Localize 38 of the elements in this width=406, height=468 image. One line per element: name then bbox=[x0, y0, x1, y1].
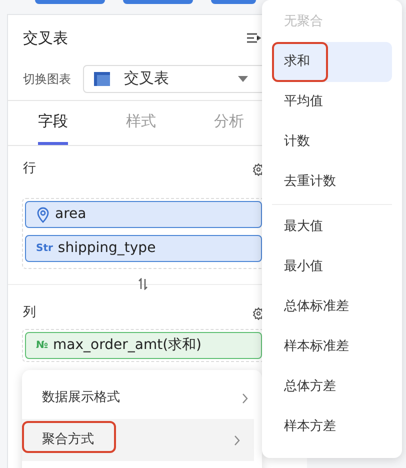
aggregation-option[interactable]: 总体方差 bbox=[272, 367, 392, 407]
aggregation-option: 无聚合 bbox=[272, 2, 392, 42]
aggregation-option[interactable]: 样本标准差 bbox=[272, 327, 392, 367]
aggregation-option[interactable]: 求和 bbox=[272, 42, 392, 82]
section-label: 列 bbox=[23, 304, 36, 322]
swap-icon[interactable] bbox=[138, 278, 148, 290]
field-name: area bbox=[55, 205, 86, 224]
field-chip[interactable]: area bbox=[25, 201, 262, 228]
settings-icon[interactable] bbox=[252, 306, 265, 320]
field-type-mark: № bbox=[36, 339, 48, 353]
context-menu-item[interactable]: 数据展示格式 bbox=[22, 377, 262, 419]
aggregation-option[interactable]: 最小值 bbox=[272, 247, 392, 287]
dropdown-caret-icon bbox=[238, 76, 248, 82]
table-icon bbox=[94, 72, 110, 86]
collapse-icon[interactable] bbox=[247, 32, 261, 44]
aggregation-option[interactable]: 样本方差 bbox=[272, 407, 392, 447]
chevron-right-icon bbox=[242, 392, 248, 404]
aggregation-option[interactable]: 计数 bbox=[272, 122, 392, 162]
switch-chart-label: 切换图表 bbox=[23, 70, 71, 88]
toolbar-button[interactable] bbox=[123, 0, 193, 4]
field-chip[interactable]: № max_order_amt(求和) bbox=[25, 332, 262, 359]
toolbar-button[interactable] bbox=[35, 0, 105, 4]
section-label: 行 bbox=[23, 160, 36, 178]
field-type-mark: Str bbox=[36, 242, 53, 256]
location-pin-icon bbox=[36, 206, 50, 222]
panel-title: 交叉表 bbox=[23, 28, 68, 49]
chevron-right-icon bbox=[234, 434, 240, 446]
aggregation-option[interactable]: 平均值 bbox=[272, 82, 392, 122]
context-menu-item[interactable]: 聚合方式 bbox=[22, 419, 254, 461]
field-chip[interactable]: Str shipping_type bbox=[25, 235, 262, 262]
aggregation-option[interactable]: 总体标准差 bbox=[272, 287, 392, 327]
aggregation-option[interactable]: 最大值 bbox=[272, 207, 392, 247]
panel-tab[interactable]: 字段 bbox=[38, 101, 68, 145]
field-name: max_order_amt(求和) bbox=[53, 336, 202, 355]
field-name: shipping_type bbox=[58, 239, 156, 258]
settings-icon[interactable] bbox=[252, 162, 265, 176]
toolbar-button[interactable] bbox=[211, 0, 256, 4]
aggregation-option[interactable]: 去重计数 bbox=[272, 162, 392, 202]
